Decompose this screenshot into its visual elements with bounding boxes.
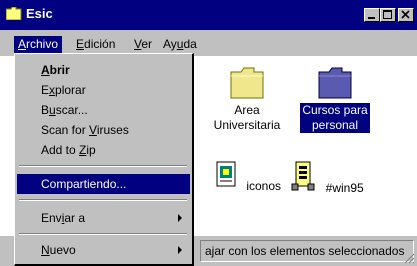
label: Scan for [41, 123, 90, 137]
label: B [41, 103, 50, 117]
menu-item-add-to-zip[interactable]: Add to Zip [17, 140, 190, 160]
submenu-arrow-icon [178, 214, 182, 222]
label: brir [49, 63, 70, 77]
menu-archivo[interactable]: Archivo [14, 36, 63, 53]
folder-icon [230, 67, 264, 99]
icon-label: iconos [246, 179, 282, 193]
label: uevo [49, 243, 76, 257]
menu-item-enviar-a[interactable]: Enviar a [17, 208, 190, 228]
icon-label: Area Universitaria [213, 103, 281, 132]
label: iruses [96, 123, 129, 137]
status-text: ajar con los elementos seleccionados [200, 240, 414, 262]
label: ar a [64, 211, 86, 225]
menu-ver-rest: er [141, 37, 153, 51]
menu-separator [19, 199, 187, 201]
menu-edicion-mnemonic: E [76, 37, 85, 51]
maximize-icon [383, 10, 392, 19]
menu-item-abrir[interactable]: Abrir [17, 60, 190, 80]
mnemonic: u [49, 103, 56, 117]
label: plorar [55, 83, 86, 97]
menu-ayuda-pre: Ay [163, 37, 177, 51]
menu-ver[interactable]: Ver [130, 36, 156, 53]
mnemonic: A [41, 63, 50, 77]
menu-edicion-rest: dición [84, 37, 116, 51]
menu-item-nuevo[interactable]: Nuevo [17, 240, 190, 260]
menu-ayuda-rest: da [183, 37, 197, 51]
window-title: Esic [26, 6, 53, 21]
submenu-arrow-icon [178, 246, 182, 254]
icon-win95[interactable]: #win95 [285, 160, 367, 196]
label: ip [86, 143, 96, 157]
title-bar[interactable]: Esic [0, 0, 417, 30]
resize-grip-icon[interactable] [403, 252, 415, 264]
label: Add to [41, 143, 80, 157]
menu-item-buscar[interactable]: Buscar... [17, 100, 190, 120]
label: Env [41, 211, 62, 225]
menu-archivo-rest: rchivo [26, 37, 59, 51]
menu-item-scan-for-viruses[interactable]: Scan for Viruses [17, 120, 190, 140]
icon-iconos[interactable]: iconos [206, 160, 288, 194]
label: scar... [55, 103, 88, 117]
icon-label: #win95 [325, 181, 364, 195]
minimize-button[interactable] [364, 8, 380, 22]
menu-separator [19, 165, 187, 167]
minimize-icon [368, 17, 375, 19]
mnemonic: V [89, 123, 97, 137]
archivo-menu: Abrir Explorar Buscar... Scan for Viruse… [14, 53, 194, 266]
menu-item-explorar[interactable]: Explorar [17, 80, 190, 100]
document-icon [216, 161, 236, 187]
icon-cursos-para-personal[interactable]: Cursos para personal [294, 66, 376, 133]
icon-label: Cursos para personal [300, 103, 370, 133]
menu-item-compartiendo[interactable]: Compartiendo... [17, 174, 190, 194]
folder-icon [318, 67, 352, 99]
mnemonic: N [41, 243, 50, 257]
menu-ayuda[interactable]: Ayuda [159, 36, 201, 53]
close-icon [401, 10, 410, 19]
close-button[interactable] [398, 8, 414, 22]
menu-edicion[interactable]: Edición [72, 36, 119, 53]
menu-separator [19, 233, 187, 235]
folder-icon [6, 7, 22, 20]
compressed-file-icon [291, 161, 315, 191]
label: E [41, 83, 50, 97]
icon-area-universitaria[interactable]: Area Universitaria [206, 66, 288, 133]
menu-archivo-mnemonic: A [18, 37, 27, 51]
maximize-button[interactable] [380, 8, 396, 22]
